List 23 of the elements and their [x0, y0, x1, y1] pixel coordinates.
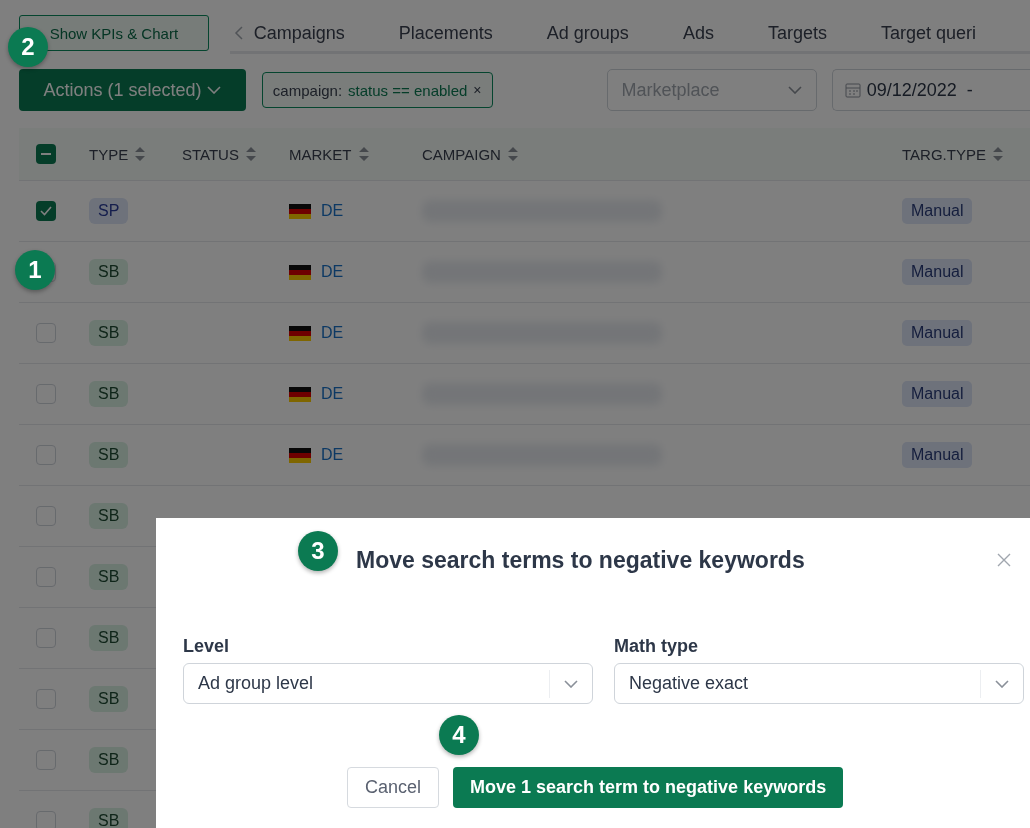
dialog-title: Move search terms to negative keywords	[356, 546, 805, 574]
targeting-tag: Manual	[902, 320, 973, 346]
targeting-tag: Manual	[902, 198, 973, 224]
type-tag: SB	[89, 686, 129, 712]
field-label: Math type	[614, 636, 699, 657]
type-tag: SB	[89, 808, 129, 828]
field-label: Level	[183, 636, 231, 657]
type-tag: SB	[89, 442, 129, 468]
targeting-tag: Manual	[902, 381, 973, 407]
type-tag: SB	[89, 564, 129, 590]
type-tag: SP	[89, 198, 129, 224]
filter-value: status == enabled	[348, 81, 468, 99]
targeting-tag: Manual	[902, 259, 973, 285]
filter-field: campaign:	[272, 81, 343, 99]
type-tag: SB	[89, 381, 129, 407]
type-tag: SB	[89, 320, 129, 346]
type-tag: SB	[89, 747, 129, 773]
type-tag: SB	[89, 259, 129, 285]
step-number-tooltip: 2	[8, 27, 48, 67]
step-number-tooltip: 1	[15, 250, 55, 290]
targeting-tag: Manual	[902, 442, 973, 468]
type-tag: SB	[89, 503, 129, 529]
type-tag: SB	[89, 625, 129, 651]
